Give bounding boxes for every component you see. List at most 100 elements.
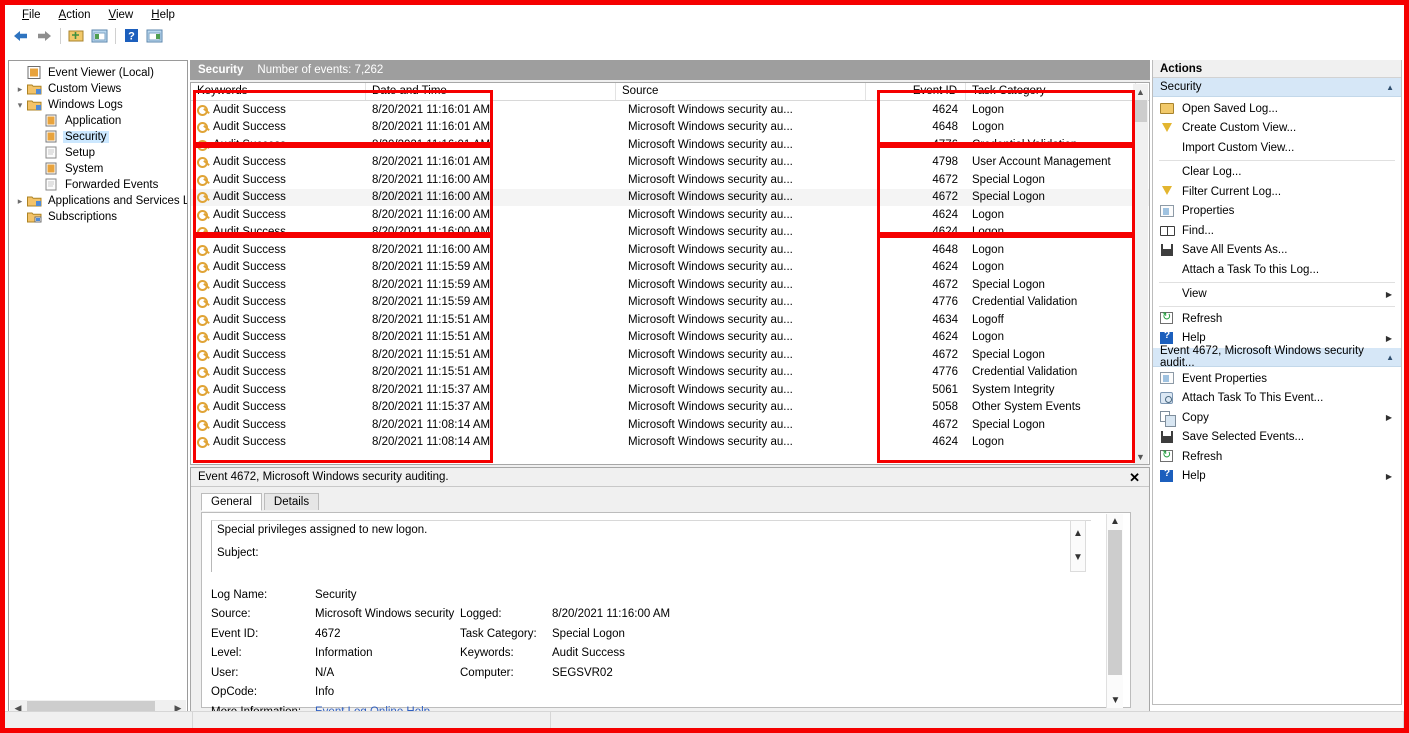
message-scroll-down-arrow[interactable]: ▼ bbox=[1071, 545, 1085, 569]
table-row[interactable]: Audit Success 8/20/2021 11:16:01 AM Micros… bbox=[191, 101, 1149, 119]
field-value: Security bbox=[315, 588, 357, 601]
table-row[interactable]: Audit Success 8/20/2021 11:16:01 AM Micros… bbox=[191, 154, 1149, 172]
tree-item-applications-and-services-lo[interactable]: ▸ Applications and Services Lo bbox=[13, 193, 187, 209]
event-list[interactable]: Keywords Date and Time Source Event ID T… bbox=[190, 82, 1150, 465]
table-row[interactable]: Audit Success 8/20/2021 11:15:51 AM Micros… bbox=[191, 346, 1149, 364]
action-item-copy[interactable]: Copy ▶ bbox=[1153, 408, 1401, 428]
action-item-import-custom-view[interactable]: Import Custom View... bbox=[1153, 138, 1401, 158]
message-scroll-up-arrow[interactable]: ▲ bbox=[1071, 521, 1085, 545]
tree-item-custom-views[interactable]: ▸ Custom Views bbox=[13, 81, 185, 97]
chevron-right-icon[interactable]: ▸ bbox=[13, 84, 27, 95]
field-value: N/A bbox=[315, 666, 335, 679]
action-item-open-saved-log[interactable]: Open Saved Log... bbox=[1153, 99, 1401, 119]
tab-details[interactable]: Details bbox=[263, 493, 320, 510]
tree-item-container: ▸ Custom Views ▾ Windows Logs Application Sec… bbox=[13, 81, 187, 225]
action-item-filter-current-log[interactable]: Filter Current Log... bbox=[1153, 182, 1401, 202]
detail-scroll-up-arrow[interactable]: ▲ bbox=[1107, 514, 1123, 529]
scroll-up-arrow[interactable]: ▲ bbox=[1133, 84, 1148, 100]
table-row[interactable]: Audit Success 8/20/2021 11:15:37 AM Micros… bbox=[191, 399, 1149, 417]
folder-icon bbox=[27, 194, 43, 208]
cell-task-category: Special Logon bbox=[972, 278, 1045, 291]
tree-item-security[interactable]: Security bbox=[13, 129, 185, 145]
table-row[interactable]: Audit Success 8/20/2021 11:08:14 AM Micros… bbox=[191, 434, 1149, 452]
table-row[interactable]: Audit Success 8/20/2021 11:15:51 AM Micros… bbox=[191, 364, 1149, 382]
action-item-help[interactable]: Help ▶ bbox=[1153, 467, 1401, 487]
tree-item-system[interactable]: System bbox=[13, 161, 185, 177]
cell-keywords: Audit Success bbox=[191, 209, 366, 221]
tree-item-forwarded-events[interactable]: Forwarded Events bbox=[13, 177, 185, 193]
tree-root-event-viewer[interactable]: Event Viewer (Local) bbox=[13, 65, 185, 81]
action-item-view[interactable]: View ▶ bbox=[1153, 285, 1401, 305]
chevron-up-icon-2[interactable]: ▲ bbox=[1386, 353, 1394, 362]
close-icon[interactable]: ✕ bbox=[1126, 471, 1143, 484]
menu-view[interactable]: View bbox=[100, 7, 143, 23]
cell-datetime: 8/20/2021 11:08:14 AM bbox=[372, 436, 491, 449]
table-row[interactable]: Audit Success 8/20/2021 11:15:51 AM Micros… bbox=[191, 329, 1149, 347]
table-row[interactable]: Audit Success 8/20/2021 11:08:14 AM Micros… bbox=[191, 416, 1149, 434]
table-row[interactable]: Audit Success 8/20/2021 11:15:51 AM Micros… bbox=[191, 311, 1149, 329]
action-item-create-custom-view[interactable]: Create Custom View... bbox=[1153, 119, 1401, 139]
action-item-refresh[interactable]: Refresh bbox=[1153, 447, 1401, 467]
audit-success-key-icon bbox=[197, 226, 210, 239]
table-row[interactable]: Audit Success 8/20/2021 11:16:00 AM Micros… bbox=[191, 171, 1149, 189]
event-list-vertical-scrollbar[interactable]: ▲ ▼ bbox=[1133, 84, 1148, 464]
show-hide-console-tree-icon[interactable] bbox=[65, 26, 87, 46]
event-message-scrollbar[interactable]: ▲ ▼ bbox=[1070, 520, 1086, 572]
table-row[interactable]: Audit Success 8/20/2021 11:16:00 AM Micros… bbox=[191, 224, 1149, 242]
table-row[interactable]: Audit Success 8/20/2021 11:15:59 AM Micros… bbox=[191, 259, 1149, 277]
menu-help[interactable]: Help bbox=[142, 7, 184, 23]
cell-event-id: 4648 bbox=[932, 121, 958, 134]
menu-action[interactable]: Action bbox=[50, 7, 100, 23]
action-item-attach-a-task-to-this-log[interactable]: Attach a Task To this Log... bbox=[1153, 260, 1401, 280]
actions-group-event[interactable]: Event 4672, Microsoft Windows security a… bbox=[1153, 345, 1401, 369]
action-item-properties[interactable]: Properties bbox=[1153, 202, 1401, 222]
action-item-attach-task-to-this-event[interactable]: Attach Task To This Event... bbox=[1153, 389, 1401, 409]
action-item-find[interactable]: Find... bbox=[1153, 221, 1401, 241]
tree-item-application[interactable]: Application bbox=[13, 113, 185, 129]
cell-keywords-text: Audit Success bbox=[213, 313, 286, 326]
table-row[interactable]: Audit Success 8/20/2021 11:16:00 AM Micros… bbox=[191, 206, 1149, 224]
table-row[interactable]: Audit Success 8/20/2021 11:16:00 AM Micros… bbox=[191, 241, 1149, 259]
actions-group-security[interactable]: Security ▲ bbox=[1153, 78, 1401, 97]
tab-general[interactable]: General bbox=[201, 493, 262, 511]
back-icon[interactable] bbox=[10, 26, 32, 46]
action-item-event-properties[interactable]: Event Properties bbox=[1153, 369, 1401, 389]
detail-scroll-down-arrow[interactable]: ▼ bbox=[1107, 693, 1124, 708]
tree-item-subscriptions[interactable]: Subscriptions bbox=[13, 209, 185, 225]
menu-file[interactable]: File bbox=[13, 7, 50, 23]
actions-group-event-items: Event Properties Attach Task To This Even… bbox=[1153, 367, 1401, 486]
properties-icon[interactable] bbox=[88, 26, 110, 46]
cell-datetime: 8/20/2021 11:16:00 AM bbox=[372, 173, 491, 186]
detail-scroll-thumb[interactable] bbox=[1108, 530, 1122, 675]
column-header-source[interactable]: Source bbox=[616, 83, 866, 100]
event-list-scroll-thumb[interactable] bbox=[1134, 100, 1147, 122]
table-row[interactable]: Audit Success 8/20/2021 11:15:59 AM Micros… bbox=[191, 294, 1149, 312]
scroll-down-arrow[interactable]: ▼ bbox=[1133, 449, 1148, 464]
event-detail-scrollbar[interactable]: ▲ ▼ bbox=[1106, 514, 1123, 708]
show-hide-action-pane-icon[interactable] bbox=[143, 26, 165, 46]
table-row[interactable]: Audit Success 8/20/2021 11:16:01 AM Micros… bbox=[191, 119, 1149, 137]
column-header-task-category[interactable]: Task Category bbox=[966, 83, 1136, 100]
column-header-date-and-time[interactable]: Date and Time bbox=[366, 83, 616, 100]
chevron-up-icon[interactable]: ▲ bbox=[1386, 83, 1394, 92]
table-row[interactable]: Audit Success 8/20/2021 11:15:37 AM Micros… bbox=[191, 381, 1149, 399]
cell-keywords-text: Audit Success bbox=[213, 366, 286, 379]
chevron-right-icon[interactable]: ▸ bbox=[13, 196, 27, 207]
audit-success-key-icon bbox=[197, 349, 210, 361]
actions-separator bbox=[1159, 281, 1395, 283]
save-icon bbox=[1158, 430, 1177, 445]
table-row[interactable]: Audit Success 8/20/2021 11:16:00 AM Micros… bbox=[191, 188, 1149, 206]
action-item-refresh[interactable]: Refresh bbox=[1153, 309, 1401, 329]
table-row[interactable]: Audit Success 8/20/2021 11:15:59 AM Micros… bbox=[191, 276, 1149, 294]
action-item-clear-log[interactable]: Clear Log... bbox=[1153, 163, 1401, 183]
column-header-event-id[interactable]: Event ID bbox=[866, 83, 966, 100]
tree-item-setup[interactable]: Setup bbox=[13, 145, 185, 161]
chevron-down-icon[interactable]: ▾ bbox=[13, 100, 27, 111]
help-icon[interactable]: ? bbox=[120, 26, 142, 46]
action-item-save-all-events-as[interactable]: Save All Events As... bbox=[1153, 241, 1401, 261]
forward-icon[interactable] bbox=[33, 26, 55, 46]
column-header-keywords[interactable]: Keywords bbox=[191, 83, 366, 100]
table-row[interactable]: Audit Success 8/20/2021 11:16:01 AM Micros… bbox=[191, 136, 1149, 154]
tree-item-windows-logs[interactable]: ▾ Windows Logs bbox=[13, 97, 185, 113]
action-item-save-selected-events[interactable]: Save Selected Events... bbox=[1153, 428, 1401, 448]
